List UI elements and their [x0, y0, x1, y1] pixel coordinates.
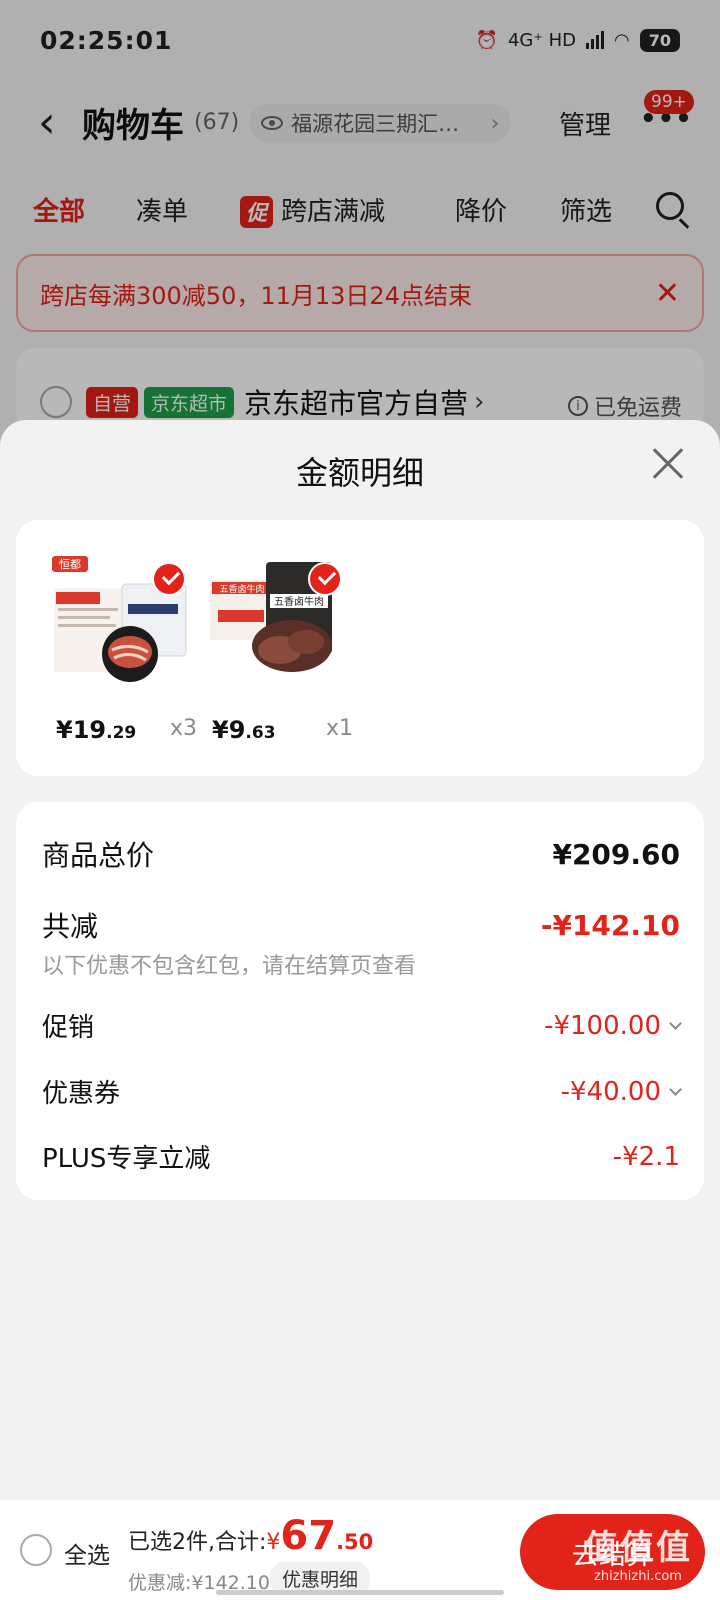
- selected-check-icon: [152, 562, 186, 596]
- product-item[interactable]: 恒都 ¥19.29 x3: [50, 554, 200, 754]
- svg-text:五香卤牛肉: 五香卤牛肉: [219, 583, 264, 595]
- total-reduction-value: -¥142.10: [540, 908, 680, 942]
- total-amount-integer: 67: [280, 1513, 337, 1559]
- summary-prefix: 已选2件,合计:: [128, 1530, 267, 1555]
- product-brand: 五香卤牛肉: [274, 595, 324, 608]
- currency-symbol: ¥: [266, 1530, 281, 1555]
- select-all-label[interactable]: 全选: [64, 1536, 110, 1570]
- promotion-value: -¥100.00: [544, 1011, 682, 1041]
- amount-detail-card: 商品总价 ¥209.60 共减 -¥142.10 以下优惠不包含红包，请在结算页…: [16, 802, 704, 1200]
- chevron-down-icon: [669, 1016, 682, 1030]
- home-indicator: [216, 1590, 504, 1595]
- selected-items-card: 恒都 ¥19.29 x3 五香卤牛肉 五香卤牛肉 ¥9.63 x1: [16, 520, 704, 776]
- total-price-label: 商品总价: [42, 839, 155, 872]
- coupon-label: 优惠券: [42, 1079, 121, 1109]
- row-coupon[interactable]: 优惠券 -¥40.00: [42, 1073, 682, 1110]
- select-all-radio[interactable]: [20, 1534, 52, 1566]
- product-item[interactable]: 五香卤牛肉 五香卤牛肉 ¥9.63 x1: [206, 554, 356, 754]
- plus-discount-value: -¥2.1: [612, 1141, 680, 1172]
- selected-summary: 已选2件,合计: ¥ 67 .50: [128, 1516, 373, 1556]
- product-qty: x3: [170, 716, 198, 741]
- plus-discount-label: PLUS专享立减: [42, 1144, 211, 1174]
- row-total-reduction: 共减 -¥142.10: [42, 905, 680, 945]
- promotion-label: 促销: [42, 1013, 95, 1043]
- total-amount-decimal: .50: [336, 1530, 374, 1554]
- close-icon[interactable]: [646, 442, 690, 486]
- watermark: 值值值 zhizhizhi.com: [568, 1520, 708, 1584]
- total-reduction-label: 共减: [42, 910, 99, 943]
- watermark-site: zhizhizhi.com: [594, 1569, 682, 1584]
- amount-detail-sheet: 金额明细 恒都 ¥19.29 x3 五香卤牛肉 五香卤牛肉 ¥9.63 x1 商…: [0, 420, 720, 1500]
- row-total-price: 商品总价 ¥209.60: [42, 834, 680, 874]
- product-brand: 恒都: [59, 558, 81, 571]
- sheet-title: 金额明细: [295, 454, 424, 492]
- product-price: ¥9.63: [212, 716, 276, 744]
- reduction-note: 以下优惠不包含红包，请在结算页查看: [42, 954, 417, 979]
- total-price-value: ¥209.60: [552, 837, 680, 871]
- row-promotion[interactable]: 促销 -¥100.00: [42, 1007, 682, 1044]
- selected-check-icon: [308, 562, 342, 596]
- chevron-down-icon: [669, 1082, 682, 1096]
- row-plus-discount: PLUS专享立减 -¥2.1: [42, 1138, 680, 1175]
- product-price: ¥19.29: [56, 716, 137, 744]
- watermark-logo: 值值值: [584, 1528, 692, 1568]
- product-qty: x1: [326, 716, 354, 741]
- coupon-value: -¥40.00: [561, 1077, 682, 1107]
